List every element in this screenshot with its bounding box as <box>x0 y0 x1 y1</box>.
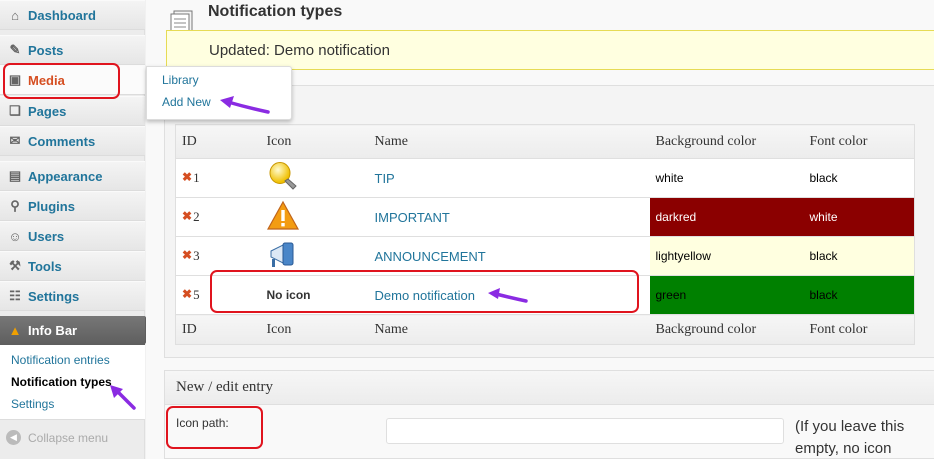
collapse-label: Collapse menu <box>28 430 109 445</box>
plugins-icon: ⚲ <box>10 198 20 213</box>
table-header-row: ID Icon Name Background color Font color <box>175 124 915 159</box>
edit-entry-heading: New / edit entry <box>165 371 934 405</box>
col-background-color: Background color <box>649 124 804 159</box>
flyout-library[interactable]: Library <box>162 73 199 87</box>
pages-icon: ❏ <box>9 103 21 118</box>
delete-icon[interactable]: ✖ <box>182 170 192 184</box>
annotation-arrow-icon <box>488 288 528 303</box>
delete-icon[interactable]: ✖ <box>182 287 192 301</box>
cell-name: IMPORTANT <box>368 197 650 237</box>
col-font-color: Font color <box>803 124 915 159</box>
cell-font-color: black <box>803 275 915 315</box>
cell-font-color: black <box>803 158 915 198</box>
menu-comments[interactable]: ✉ Comments <box>0 126 145 156</box>
update-notice: Updated: Demo notification <box>166 30 934 70</box>
annotation-arrow-icon <box>110 385 136 410</box>
col-font-color: Font color <box>803 314 915 345</box>
delete-icon[interactable]: ✖ <box>182 209 192 223</box>
icon-path-help: (If you leave this empty, no icon <box>795 418 905 457</box>
menu-label: Dashboard <box>28 7 96 23</box>
warning-icon: ▲ <box>8 323 22 338</box>
cell-bg-color: darkred <box>649 197 804 237</box>
col-icon: Icon <box>260 314 369 345</box>
types-postbox: ID Icon Name Background color Font color… <box>164 85 934 358</box>
cell-name: TIP <box>368 158 650 198</box>
menu-label: Comments <box>28 133 96 149</box>
icon-path-input[interactable] <box>386 418 784 444</box>
users-icon: ☺ <box>8 228 22 244</box>
table-row: ✖1 TIP white black <box>175 158 915 198</box>
settings-icon: ☷ <box>9 288 21 303</box>
menu-appearance[interactable]: ▤ Appearance <box>0 161 145 191</box>
dashboard-icon: ⌂ <box>11 7 19 23</box>
table-row: ✖2 IMPORTANT darkred white <box>175 197 915 237</box>
collapse-arrow-icon: ◀ <box>6 430 21 445</box>
submenu-settings[interactable]: Settings <box>11 397 54 411</box>
menu-tools[interactable]: ⚒ Tools <box>0 251 145 281</box>
flyout-add-new[interactable]: Add New <box>162 95 211 109</box>
tools-icon: ⚒ <box>9 258 21 273</box>
annotation-arrow-icon <box>220 96 270 114</box>
pushpin-icon: ✎ <box>9 42 21 57</box>
appearance-icon: ▤ <box>8 168 22 183</box>
type-name-link[interactable]: TIP <box>375 171 395 186</box>
cell-bg-color: lightyellow <box>649 236 804 276</box>
lightbulb-icon <box>269 161 297 190</box>
megaphone-icon <box>270 242 293 267</box>
comments-icon: ✉ <box>9 133 21 148</box>
col-name: Name <box>368 124 650 159</box>
delete-icon[interactable]: ✖ <box>182 248 192 262</box>
type-name-link[interactable]: ANNOUNCEMENT <box>375 249 486 264</box>
cell-bg-color: white <box>649 158 804 198</box>
notice-text: Updated: Demo notification <box>209 42 390 59</box>
row-id: 3 <box>193 248 200 263</box>
menu-plugins[interactable]: ⚲ Plugins <box>0 191 145 221</box>
menu-label: Settings <box>28 288 80 304</box>
col-icon: Icon <box>260 124 369 159</box>
cell-id: ✖2 <box>175 197 261 237</box>
warning-icon <box>266 200 299 230</box>
menu-label: Users <box>28 228 65 244</box>
cell-icon <box>260 158 369 198</box>
menu-label: Pages <box>28 103 67 119</box>
highlight-media <box>3 63 120 99</box>
col-background-color: Background color <box>649 314 804 345</box>
submenu-notification-types[interactable]: Notification types <box>11 375 112 389</box>
menu-users[interactable]: ☺ Users <box>0 221 145 251</box>
edit-entry-postbox: New / edit entry Icon path: (If you leav… <box>164 370 934 459</box>
menu-pages[interactable]: ❏ Pages <box>0 96 145 126</box>
cell-icon <box>260 197 369 237</box>
table-footer-row: ID Icon Name Background color Font color <box>175 314 915 345</box>
menu-posts[interactable]: ✎ Posts <box>0 35 145 65</box>
col-id: ID <box>175 124 261 159</box>
menu-dashboard[interactable]: ⌂ Dashboard <box>0 0 145 30</box>
col-id: ID <box>175 314 261 345</box>
cell-bg-color: green <box>649 275 804 315</box>
row-id: 1 <box>193 170 200 185</box>
menu-info-bar[interactable]: ▲ Info Bar <box>0 316 145 345</box>
menu-settings[interactable]: ☷ Settings <box>0 281 145 311</box>
menu-label: Tools <box>28 258 62 274</box>
type-name-link[interactable]: IMPORTANT <box>375 210 450 225</box>
row-id: 5 <box>193 287 200 302</box>
highlight-demo-row <box>210 270 639 313</box>
menu-label: Plugins <box>28 198 75 214</box>
cell-font-color: white <box>803 197 915 237</box>
submenu-notification-entries[interactable]: Notification entries <box>11 353 110 367</box>
page-title: Notification types <box>208 3 343 20</box>
collapse-menu[interactable]: ◀ Collapse menu <box>6 430 108 445</box>
menu-label: Appearance <box>28 168 103 184</box>
menu-label: Posts <box>28 42 64 58</box>
menu-label: Info Bar <box>28 323 78 338</box>
col-name: Name <box>368 314 650 345</box>
highlight-icon-path <box>166 406 263 449</box>
row-id: 2 <box>193 209 200 224</box>
cell-font-color: black <box>803 236 915 276</box>
cell-id: ✖1 <box>175 158 261 198</box>
